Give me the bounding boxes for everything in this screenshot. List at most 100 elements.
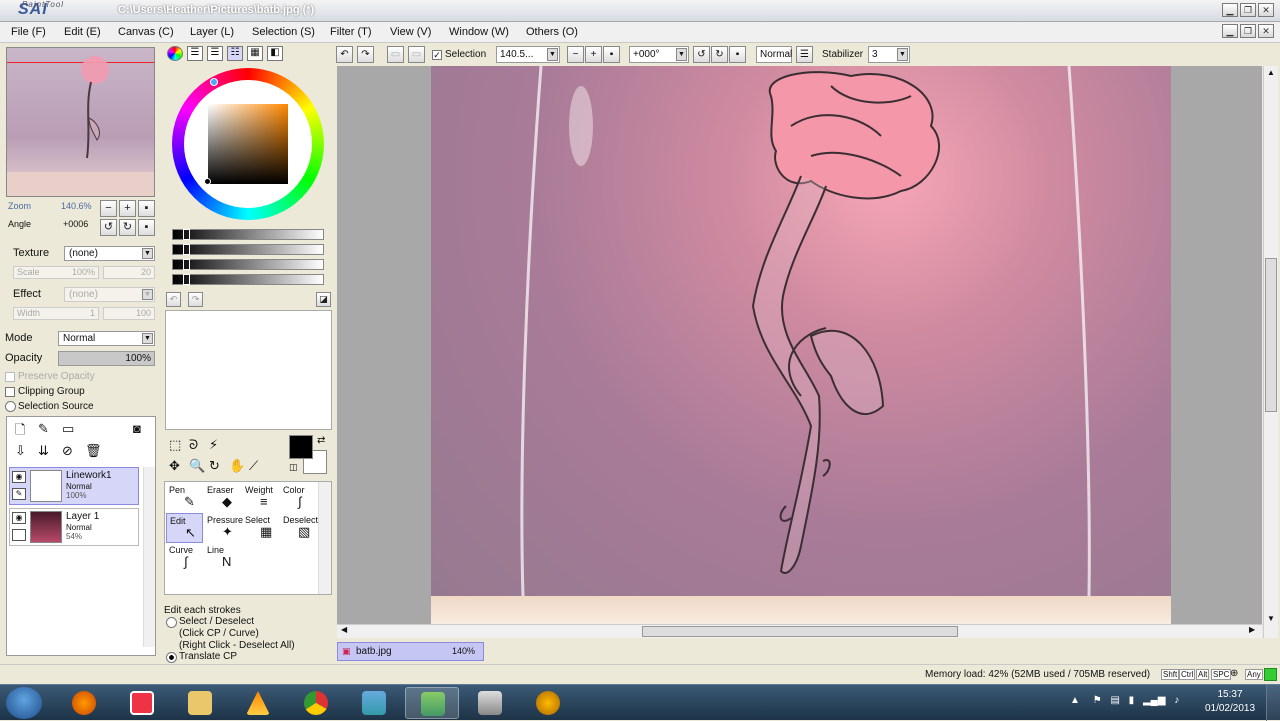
clipping-group-checkbox[interactable] xyxy=(5,387,15,397)
menu-edit[interactable]: Edit (E) xyxy=(64,26,101,38)
layer-mask-icon[interactable]: ◙ xyxy=(133,421,141,436)
layer-scrollbar[interactable] xyxy=(143,467,155,647)
scroll-up-icon[interactable]: ▲ xyxy=(1267,68,1275,77)
taskbar-chrome[interactable] xyxy=(289,687,343,719)
delete-layer-icon[interactable]: 🗑 xyxy=(85,443,102,459)
tool-deselect[interactable]: Deselect ▧ xyxy=(280,513,318,543)
minimize-button[interactable]: ▁ xyxy=(1222,3,1238,17)
eyedropper-icon[interactable]: ⟋ xyxy=(249,458,258,474)
blend-mode-field[interactable]: Normal xyxy=(756,46,792,63)
slider-knob[interactable] xyxy=(183,229,190,240)
rotate-reset-toolbar-button[interactable]: ▪ xyxy=(729,46,746,63)
menu-window[interactable]: Window (W) xyxy=(449,26,509,38)
color-picker-marker[interactable] xyxy=(204,178,211,185)
taskbar-camera[interactable] xyxy=(463,687,517,719)
taskbar-vlc[interactable] xyxy=(231,687,285,719)
flag-icon[interactable]: ⚑ xyxy=(1093,695,1102,706)
slider-knob[interactable] xyxy=(183,259,190,270)
tool-curve[interactable]: Curve ∫ xyxy=(166,543,203,573)
canvas-vertical-scrollbar[interactable]: ▲ ▼ xyxy=(1263,66,1278,638)
clear-layer-icon[interactable]: ⊘ xyxy=(62,443,73,459)
selection-checkbox[interactable]: ✓ xyxy=(432,50,442,60)
new-folder-icon[interactable]: ▭ xyxy=(62,421,74,437)
tool-select[interactable]: Select ▦ xyxy=(242,513,279,543)
zoom-reset-button[interactable]: ▪ xyxy=(138,200,155,217)
opacity-slider[interactable]: 100% xyxy=(58,351,155,366)
color-wheel-tab-icon[interactable] xyxy=(167,46,183,61)
doc-restore-button[interactable]: ❐ xyxy=(1240,24,1256,38)
slider-knob[interactable] xyxy=(183,274,190,285)
zoom-in-button[interactable]: + xyxy=(119,200,136,217)
doc-close-button[interactable]: ✕ xyxy=(1258,24,1274,38)
taskbar-explorer[interactable] xyxy=(173,687,227,719)
tool-pressure[interactable]: Pressure ✦ xyxy=(204,513,243,543)
gray-slider-3[interactable] xyxy=(172,259,324,270)
gray-slider-1[interactable] xyxy=(172,229,324,240)
selection-source-radio[interactable] xyxy=(5,401,16,412)
zoom-in-toolbar-button[interactable]: + xyxy=(585,46,602,63)
toolbar-zoom-field[interactable]: 140.5... ▼ xyxy=(496,46,560,63)
grayscale-slider-tab-icon[interactable]: ☷ xyxy=(227,46,243,61)
canvas-image[interactable] xyxy=(431,66,1171,624)
color-wheel[interactable] xyxy=(172,68,324,220)
rotate-icon[interactable]: ↻ xyxy=(209,458,220,474)
vertical-scroll-thumb[interactable] xyxy=(1265,258,1277,412)
translate-cp-radio[interactable] xyxy=(166,652,177,663)
stabilizer-field[interactable]: 3 ▼ xyxy=(868,46,910,63)
lasso-icon[interactable]: ᘐ xyxy=(189,437,198,453)
rotate-left-toolbar-button[interactable]: ↺ xyxy=(693,46,710,63)
resize-grip-icon[interactable] xyxy=(1264,668,1277,681)
doc-minimize-button[interactable]: ▁ xyxy=(1222,24,1238,38)
stabilizer-icon[interactable]: ☰ xyxy=(796,46,813,63)
close-button[interactable]: ✕ xyxy=(1258,3,1274,17)
menu-filter[interactable]: Filter (T) xyxy=(330,26,372,38)
taskbar-app2[interactable] xyxy=(115,687,169,719)
zoom-out-toolbar-button[interactable]: − xyxy=(567,46,584,63)
clock[interactable]: 15:37 01/02/2013 xyxy=(1202,688,1258,716)
tray-arrow-icon[interactable]: ▲ xyxy=(1070,695,1080,706)
show-desktop-button[interactable] xyxy=(1266,685,1280,721)
texture-dropdown[interactable]: (none) ▼ xyxy=(64,246,155,261)
start-button[interactable] xyxy=(6,687,42,719)
redo-button[interactable]: ↷ xyxy=(357,46,374,63)
hand-icon[interactable]: ✋ xyxy=(229,458,245,474)
new-layer-icon[interactable]: 🗋 xyxy=(15,421,25,443)
rotate-left-button[interactable]: ↺ xyxy=(100,219,117,236)
move-icon[interactable]: ✥ xyxy=(169,458,180,474)
tool-weight[interactable]: Weight ≡ xyxy=(242,483,279,513)
slider-knob[interactable] xyxy=(183,244,190,255)
zoom-icon[interactable]: 🔍 xyxy=(189,458,205,474)
pen-icon[interactable]: ✎ xyxy=(12,488,26,500)
battery-icon[interactable]: ▮ xyxy=(1129,695,1135,706)
layer-item-layer1[interactable]: ◉ Layer 1 Normal 54% xyxy=(9,508,139,546)
new-linework-layer-icon[interactable]: ✎ xyxy=(38,421,49,437)
signal-icon[interactable]: ▂▄▆ xyxy=(1143,695,1165,706)
zoom-out-button[interactable]: − xyxy=(100,200,117,217)
menu-selection[interactable]: Selection (S) xyxy=(252,26,315,38)
pen-toggle-box[interactable] xyxy=(12,529,26,541)
rect-select-icon[interactable]: ⬚ xyxy=(169,437,181,453)
menu-others[interactable]: Others (O) xyxy=(526,26,578,38)
rotate-right-button[interactable]: ↻ xyxy=(119,219,136,236)
hsv-slider-tab-icon[interactable]: ☰ xyxy=(207,46,223,61)
toolbar-angle-field[interactable]: +000° ▼ xyxy=(629,46,689,63)
taskbar-firefox[interactable] xyxy=(57,687,111,719)
canvas-area[interactable] xyxy=(337,66,1262,624)
layer-item-linework1[interactable]: ◉ ✎ Linework1 Normal 100% xyxy=(9,467,139,505)
saturation-value-square[interactable] xyxy=(208,104,288,184)
primary-color-swatch[interactable] xyxy=(289,435,313,459)
undo-button[interactable]: ↶ xyxy=(336,46,353,63)
tool-pen[interactable]: Pen ✎ xyxy=(166,483,203,513)
network-icon[interactable]: ▤ xyxy=(1110,695,1119,706)
merge-down-icon[interactable]: ⇊ xyxy=(38,443,49,459)
menu-view[interactable]: View (V) xyxy=(390,26,431,38)
taskbar-app9[interactable] xyxy=(521,687,575,719)
document-tab[interactable]: ▣ batb.jpg 140% xyxy=(337,642,484,661)
scratch-menu-button[interactable]: ◪ xyxy=(316,292,331,307)
swatches-tab-icon[interactable]: ▦ xyxy=(247,46,263,61)
horizontal-scroll-thumb[interactable] xyxy=(642,626,958,637)
scratchpad-area[interactable] xyxy=(165,310,332,430)
gray-slider-4[interactable] xyxy=(172,274,324,285)
gray-slider-2[interactable] xyxy=(172,244,324,255)
swap-colors-icon[interactable]: ⇄ xyxy=(317,435,325,446)
